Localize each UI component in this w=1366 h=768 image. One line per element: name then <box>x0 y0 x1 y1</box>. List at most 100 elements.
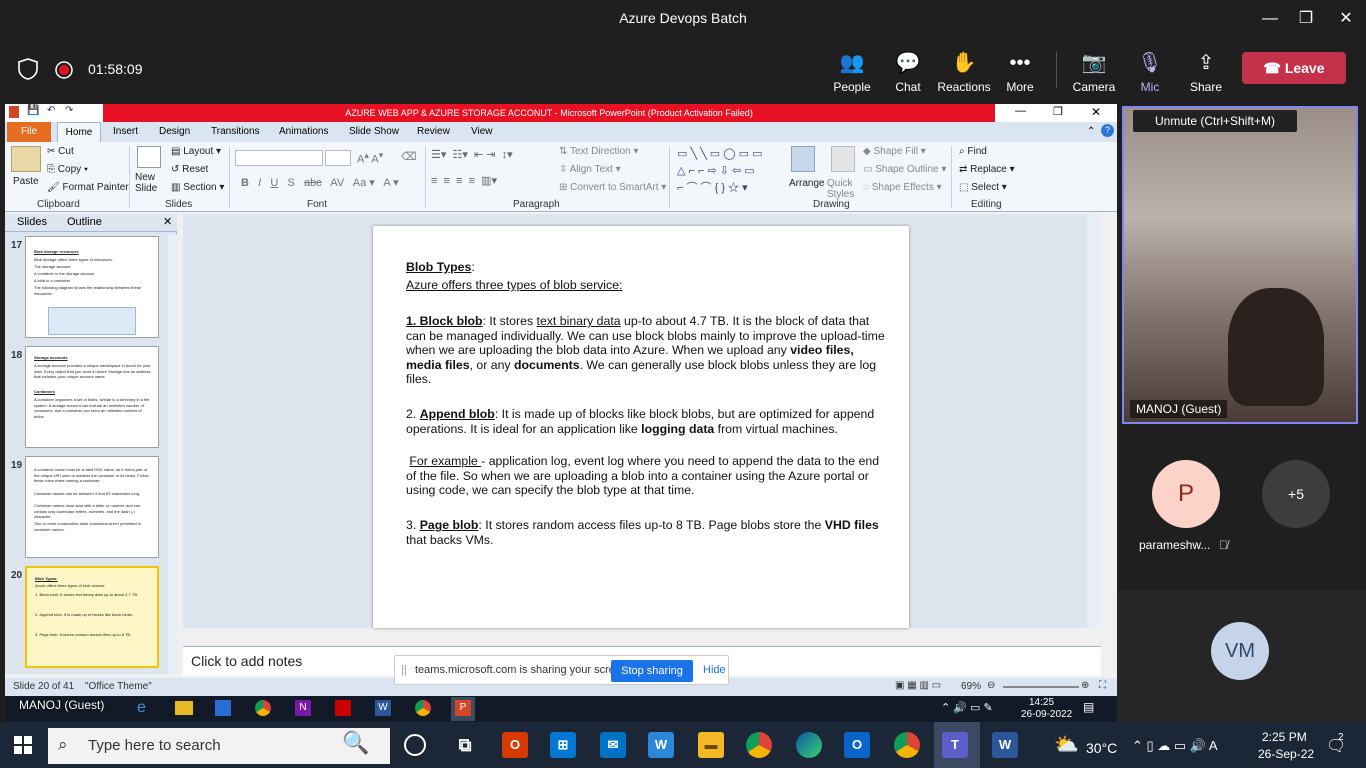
new-slide-button[interactable]: New Slide <box>135 172 167 194</box>
weather-icon[interactable]: ⛅ <box>1054 732 1079 757</box>
word-icon[interactable]: W <box>992 732 1018 758</box>
font-size-select[interactable] <box>325 150 351 166</box>
thumbs-scrollbar[interactable] <box>168 234 177 674</box>
drag-handle-icon[interactable]: || <box>401 664 407 676</box>
tab-slides[interactable]: Slides <box>17 216 47 228</box>
whiteboard-icon[interactable]: W <box>648 732 674 758</box>
zoom-in-icon[interactable]: ⊕ <box>1081 680 1089 691</box>
tab-outline[interactable]: Outline <box>67 216 102 228</box>
outlook-icon[interactable]: O <box>844 732 870 758</box>
ribbon-collapse-icon[interactable]: ⌃ <box>1087 126 1095 137</box>
redo-icon[interactable]: ↷ <box>65 105 73 116</box>
clock-time[interactable]: 2:25 PM <box>1262 730 1307 744</box>
current-slide[interactable]: Blob Types: Azure offers three types of … <box>373 226 909 628</box>
tab-file[interactable]: File <box>7 122 51 142</box>
shapes-gallery[interactable]: ▭ ╲ ╲ ▭ ◯ ▭ ▭ △ ⌐ ⌐ ⇨ ⇩ ⇦ ▭ ⌐ ⌒ ⌒ { } ☆ ▾ <box>677 146 783 196</box>
new-slide-icon[interactable] <box>137 146 161 168</box>
slide-thumbnail-20[interactable]: Blob Types: Azure offers three types of … <box>25 566 159 668</box>
select-button[interactable]: ⬚ Select ▾ <box>959 182 1007 193</box>
leave-button[interactable]: ☎ Leave <box>1242 52 1346 84</box>
grow-font-icon[interactable]: A▴ A▾ <box>357 150 383 166</box>
chrome-icon[interactable] <box>894 732 920 758</box>
avatar-p[interactable]: P <box>1152 460 1220 528</box>
view-buttons[interactable]: ▣ ▦ ▥ ▭ <box>895 680 941 691</box>
windows-start-icon[interactable] <box>14 736 32 754</box>
help-icon[interactable]: ? <box>1101 124 1114 137</box>
list-icons[interactable]: ☰▾ ☷▾ ⇤ ⇥ ↕▾ <box>431 148 513 161</box>
people-button[interactable]: 👥 People <box>824 50 880 94</box>
shape-fill-button[interactable]: ◆ Shape Fill ▾ <box>863 146 926 157</box>
find-button[interactable]: ⌕ Find <box>959 146 987 157</box>
cortana-icon[interactable] <box>404 734 426 756</box>
tab-animations[interactable]: Animations <box>279 126 328 137</box>
camera-button[interactable]: 📷 Camera <box>1066 50 1122 94</box>
tab-review[interactable]: Review <box>417 126 450 137</box>
share-button[interactable]: ⇪ Share <box>1178 50 1234 94</box>
align-text-button[interactable]: ⇳ Align Text ▾ <box>559 164 621 175</box>
cut-button[interactable]: ✂ Cut <box>47 146 74 157</box>
section-button[interactable]: ▥ Section ▾ <box>171 182 224 193</box>
ppt-maximize-icon[interactable]: ❐ <box>1053 105 1063 118</box>
format-painter-button[interactable]: 🖌 Format Painter <box>47 182 129 193</box>
clear-format-icon[interactable]: ⌫ <box>401 150 417 163</box>
arrange-icon[interactable] <box>791 146 815 172</box>
stop-sharing-button[interactable]: Stop sharing <box>611 660 693 682</box>
close-pane-icon[interactable]: ✕ <box>163 215 172 228</box>
slide-scrollbar[interactable] <box>1087 214 1101 628</box>
mic-button[interactable]: 🎙 Mic <box>1122 50 1178 94</box>
zoom-slider[interactable] <box>1003 686 1079 688</box>
maximize-icon[interactable]: ❐ <box>1294 8 1318 30</box>
replace-button[interactable]: ⇄ Replace ▾ <box>959 164 1015 175</box>
shape-outline-button[interactable]: ▭ Shape Outline ▾ <box>863 164 946 175</box>
text-direction-button[interactable]: ⇅ Text Direction ▾ <box>559 146 638 157</box>
slide-thumbnail-19[interactable]: A container name must be a valid DNS nam… <box>25 456 159 558</box>
tab-home[interactable]: Home <box>57 122 101 143</box>
more-participants-button[interactable]: +5 <box>1262 460 1330 528</box>
slide-thumbnail-18[interactable]: Storage accounts A storage account provi… <box>25 346 159 448</box>
tab-insert[interactable]: Insert <box>113 126 138 137</box>
tab-view[interactable]: View <box>471 126 493 137</box>
edge-icon[interactable] <box>796 732 822 758</box>
tab-slide-show[interactable]: Slide Show <box>349 126 399 137</box>
font-style-icons[interactable]: B I U S abc AV Aa ▾ A ▾ <box>241 176 399 189</box>
ppt-close-icon[interactable]: ✕ <box>1091 105 1101 119</box>
align-icons[interactable]: ≡ ≡ ≡ ≡ ▥▾ <box>431 174 497 187</box>
zoom-out-icon[interactable]: ⊖ <box>987 680 995 691</box>
copy-button[interactable]: ⎘ Copy ▾ <box>47 164 88 175</box>
reset-button[interactable]: ↺ Reset <box>171 164 208 175</box>
chrome-icon[interactable] <box>746 732 772 758</box>
clock-date[interactable]: 26-Sep-22 <box>1258 747 1314 761</box>
reactions-button[interactable]: ✋ Reactions <box>936 50 992 94</box>
convert-smartart-button[interactable]: ⊞ Convert to SmartArt ▾ <box>559 182 666 193</box>
slide-thumbnail-17[interactable]: Blob storage resources Blob storage offe… <box>25 236 159 338</box>
tray-icons[interactable]: ⌃ ▯ ☁ ▭ 🔊 A <box>1132 738 1218 754</box>
tab-design[interactable]: Design <box>159 126 190 137</box>
taskbar-search-input[interactable]: ⌕ Type here to search 🔍 <box>48 728 390 764</box>
hide-banner-link[interactable]: Hide <box>703 664 726 676</box>
paste-icon[interactable] <box>11 146 41 172</box>
shape-effects-button[interactable]: ◌ Shape Effects ▾ <box>863 182 942 193</box>
avatar-vm[interactable]: VM <box>1211 622 1269 680</box>
quick-styles-icon[interactable] <box>831 146 855 172</box>
undo-icon[interactable]: ↶ <box>47 105 55 116</box>
ppt-minimize-icon[interactable]: — <box>1015 105 1026 117</box>
mail-icon[interactable]: ✉ <box>600 732 626 758</box>
task-view-icon[interactable]: ⧉ <box>452 732 478 758</box>
close-icon[interactable]: ✕ <box>1334 8 1358 30</box>
layout-button[interactable]: ▤ Layout ▾ <box>171 146 221 157</box>
quick-styles-button[interactable]: Quick Styles <box>827 178 861 200</box>
participant-video-manoj[interactable]: Unmute (Ctrl+Shift+M) MANOJ (Guest) <box>1122 106 1358 424</box>
minimize-icon[interactable]: — <box>1258 8 1282 30</box>
more-button[interactable]: ••• More <box>992 50 1048 94</box>
arrange-button[interactable]: Arrange <box>789 178 825 189</box>
font-family-select[interactable] <box>235 150 323 166</box>
ms-store-icon[interactable]: ⊞ <box>550 732 576 758</box>
save-icon[interactable]: 💾 <box>27 105 39 116</box>
chat-button[interactable]: 💬 Chat <box>880 50 936 94</box>
office-icon[interactable]: O <box>502 732 528 758</box>
teams-icon[interactable]: T <box>942 732 968 758</box>
fit-slide-icon[interactable]: ⛶ <box>1099 680 1106 691</box>
weather-temp[interactable]: 30°C <box>1086 740 1117 756</box>
file-explorer-icon[interactable]: ▬ <box>698 732 724 758</box>
tab-transitions[interactable]: Transitions <box>211 126 260 137</box>
